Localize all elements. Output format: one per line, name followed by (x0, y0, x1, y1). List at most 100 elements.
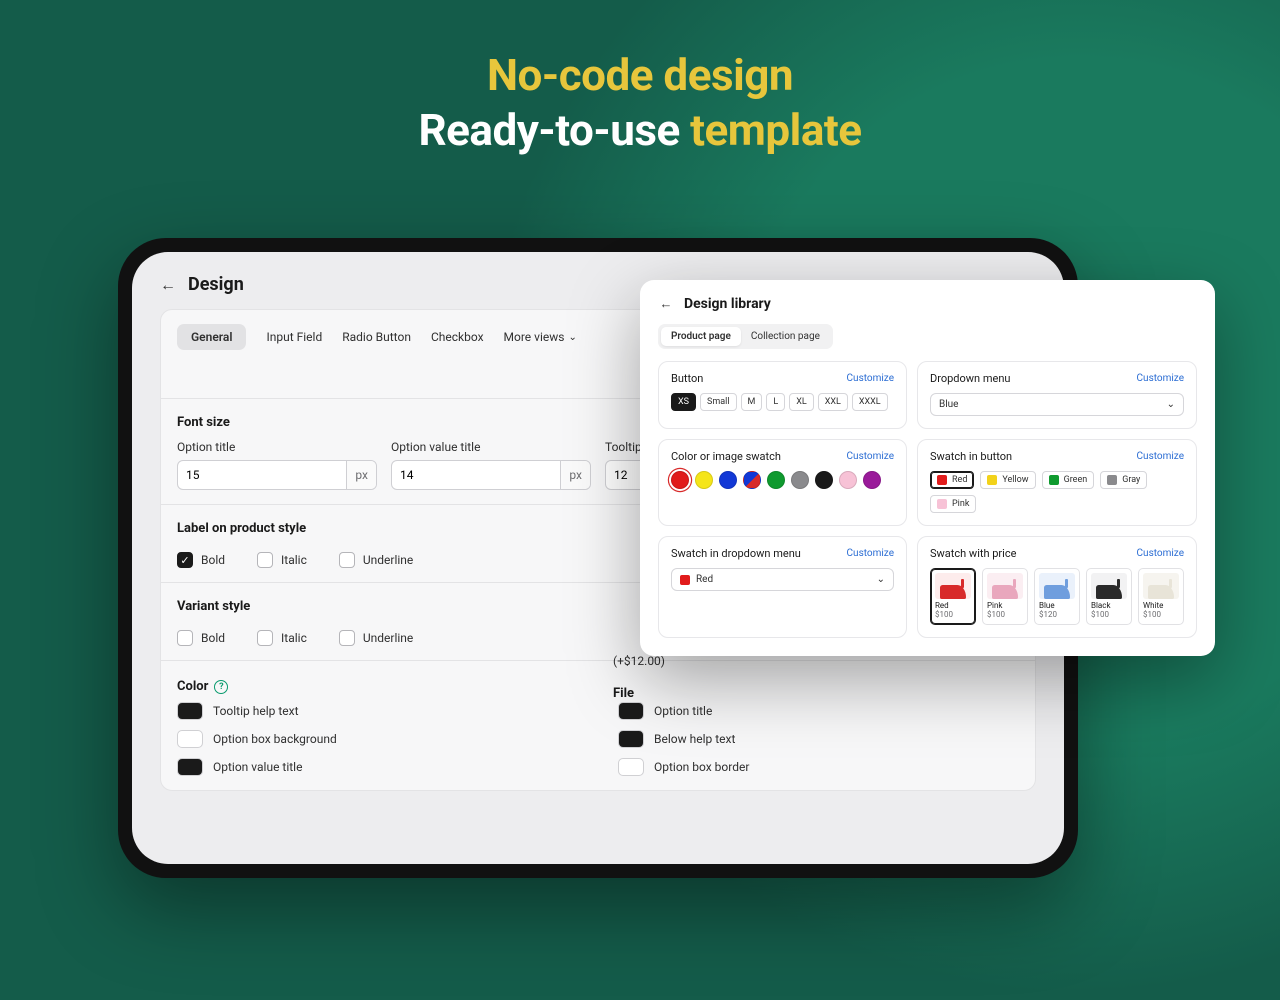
tab-input-field[interactable]: Input Field (266, 330, 322, 344)
color-option-value-title[interactable]: Option value title (177, 758, 578, 776)
price-card[interactable]: White$100 (1138, 568, 1184, 625)
customize-link[interactable]: Customize (847, 451, 894, 462)
swatch-color-icon (987, 475, 997, 485)
lib-card-swatch-dropdown: Swatch in dropdown menu Customize Red ⌄ (658, 536, 907, 638)
lib-title-swatch-button: Swatch in button (930, 450, 1012, 463)
color-tooltip-help[interactable]: Tooltip help text (177, 702, 578, 720)
size-xxl[interactable]: XXL (818, 393, 848, 411)
color-heading: Color ? (177, 671, 1019, 702)
tab-product-page[interactable]: Product page (661, 327, 741, 346)
price-cards: Red$100Pink$100Blue$120Black$100White$10… (930, 568, 1184, 625)
price-stub: (+$12.00) (613, 654, 665, 668)
swatch-dd-color (680, 575, 690, 585)
fs-label-option-value-title: Option value title (391, 440, 591, 454)
size-xl[interactable]: XL (789, 393, 814, 411)
lib-title-swatch-dropdown: Swatch in dropdown menu (671, 547, 801, 560)
lib-card-button: Button Customize XS Small M L XL XXL XXX… (658, 361, 907, 429)
swatch-circle[interactable] (719, 471, 737, 489)
lib-title-dropdown: Dropdown menu (930, 372, 1010, 385)
fs-unit: px (560, 461, 590, 489)
variant-underline-checkbox[interactable]: Underline (339, 630, 413, 646)
customize-link[interactable]: Customize (1137, 548, 1184, 559)
variant-italic-checkbox[interactable]: Italic (257, 630, 307, 646)
page-title: Design (188, 274, 244, 295)
swatch-buttons: Red Yellow Green Gray Pink (930, 471, 1184, 513)
fs-input-option-value-title[interactable]: px (391, 460, 591, 490)
fs-input-option-title[interactable]: px (177, 460, 377, 490)
color-option-box-bg[interactable]: Option box background (177, 730, 578, 748)
price-card[interactable]: Black$100 (1086, 568, 1132, 625)
fs-label-option-title: Option title (177, 440, 377, 454)
chevron-down-icon: ⌄ (568, 332, 576, 343)
color-option-title[interactable]: Option title (618, 702, 1019, 720)
fs-value-option-title[interactable] (178, 461, 346, 489)
panel-back-arrow-icon[interactable]: ← (658, 296, 674, 312)
price-card[interactable]: Red$100 (930, 568, 976, 625)
swatch-color-icon (1049, 475, 1059, 485)
swatch-color-icon (937, 475, 947, 485)
price-card[interactable]: Blue$120 (1034, 568, 1080, 625)
tab-checkbox[interactable]: Checkbox (431, 330, 484, 344)
product-thumb (987, 573, 1023, 599)
lib-title-button: Button (671, 372, 703, 385)
size-l[interactable]: L (766, 393, 785, 411)
color-grid: Tooltip help text Option title Option bo… (177, 702, 1019, 776)
tab-more-views[interactable]: More views ⌄ (504, 330, 577, 344)
swatch-button[interactable]: Red (930, 471, 974, 489)
hero-line-2b: template (690, 104, 861, 156)
product-thumb (1091, 573, 1127, 599)
label-italic-checkbox[interactable]: Italic (257, 552, 307, 568)
product-thumb (1039, 573, 1075, 599)
swatch-circle[interactable] (695, 471, 713, 489)
panel-title: Design library (684, 296, 771, 312)
swatch-circle[interactable] (767, 471, 785, 489)
swatch-circle[interactable] (671, 471, 689, 489)
size-xs[interactable]: XS (671, 393, 696, 411)
lib-card-swatch-price: Swatch with price Customize Red$100Pink$… (917, 536, 1197, 638)
customize-link[interactable]: Customize (1137, 373, 1184, 384)
chevron-down-icon: ⌄ (1167, 399, 1175, 410)
swatch-color-icon (937, 499, 947, 509)
swatch-circle[interactable] (743, 471, 761, 489)
swatch-color-icon (1107, 475, 1117, 485)
swatch-dropdown[interactable]: Red ⌄ (671, 568, 894, 591)
color-below-help[interactable]: Below help text (618, 730, 1019, 748)
size-xxxl[interactable]: XXXL (852, 393, 888, 411)
design-library-panel: ← Design library Product page Collection… (640, 280, 1215, 656)
color-option-box-border[interactable]: Option box border (618, 758, 1019, 776)
customize-link[interactable]: Customize (847, 548, 894, 559)
swatch-button[interactable]: Pink (930, 495, 976, 513)
label-bold-checkbox[interactable]: ✓Bold (177, 552, 225, 568)
swatch-circle[interactable] (815, 471, 833, 489)
library-grid: Button Customize XS Small M L XL XXL XXX… (658, 361, 1197, 638)
product-thumb (935, 573, 971, 599)
tab-collection-page[interactable]: Collection page (741, 327, 830, 346)
swatch-circle[interactable] (839, 471, 857, 489)
lib-card-dropdown: Dropdown menu Customize Blue ⌄ (917, 361, 1197, 429)
fs-unit: px (346, 461, 376, 489)
swatch-circle[interactable] (791, 471, 809, 489)
customize-link[interactable]: Customize (1137, 451, 1184, 462)
panel-header: ← Design library (658, 296, 1197, 312)
help-icon[interactable]: ? (214, 680, 228, 694)
variant-bold-checkbox[interactable]: Bold (177, 630, 225, 646)
size-m[interactable]: M (741, 393, 763, 411)
size-small[interactable]: Small (700, 393, 737, 411)
hero-line-1: No-code design (0, 48, 1280, 103)
swatch-circle[interactable] (863, 471, 881, 489)
swatch-button[interactable]: Gray (1100, 471, 1147, 489)
back-arrow-icon[interactable]: ← (160, 277, 176, 293)
dropdown-blue[interactable]: Blue ⌄ (930, 393, 1184, 416)
swatch-button[interactable]: Green (1042, 471, 1095, 489)
fs-value-option-value-title[interactable] (392, 461, 560, 489)
label-underline-checkbox[interactable]: Underline (339, 552, 413, 568)
swatch-circles (671, 471, 894, 489)
price-card[interactable]: Pink$100 (982, 568, 1028, 625)
lib-title-swatch-price: Swatch with price (930, 547, 1016, 560)
tab-general[interactable]: General (177, 324, 246, 350)
customize-link[interactable]: Customize (847, 373, 894, 384)
tab-more-label: More views (504, 330, 565, 344)
tab-radio-button[interactable]: Radio Button (342, 330, 411, 344)
swatch-button[interactable]: Yellow (980, 471, 1035, 489)
size-buttons: XS Small M L XL XXL XXXL (671, 393, 894, 411)
